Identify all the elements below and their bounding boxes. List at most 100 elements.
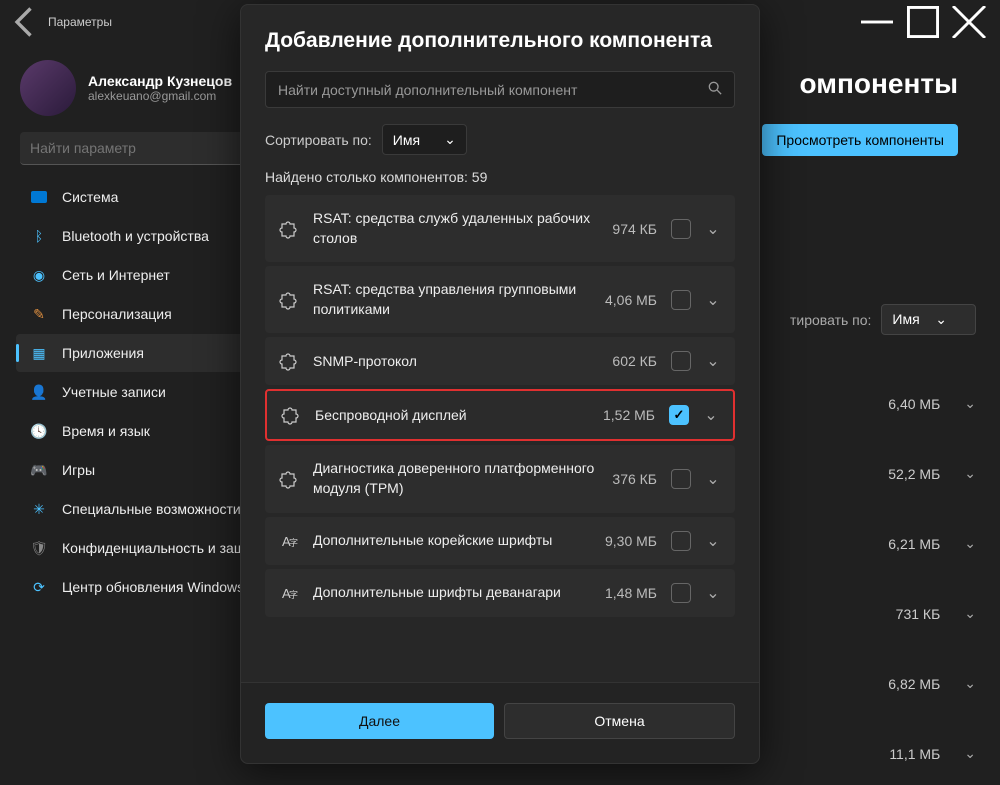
component-size: 974 КБ — [612, 221, 657, 237]
component-checkbox[interactable] — [671, 290, 691, 310]
window-controls — [854, 6, 992, 38]
sort-label: Сортировать по: — [265, 132, 372, 148]
bg-size: 6,82 МБ — [888, 676, 940, 692]
back-button[interactable] — [8, 4, 44, 40]
sort-value: Имя — [393, 132, 420, 148]
component-item[interactable]: RSAT: средства служб удаленных рабочих с… — [265, 195, 735, 262]
component-checkbox[interactable] — [671, 583, 691, 603]
component-list: RSAT: средства служб удаленных рабочих с… — [265, 195, 735, 682]
refresh-icon: ⟳ — [30, 578, 48, 596]
window-title: Параметры — [48, 15, 112, 29]
component-item[interactable]: Беспроводной дисплей 1,52 МБ ✓ ⌄ — [265, 389, 735, 441]
dialog-title: Добавление дополнительного компонента — [265, 29, 735, 53]
bg-size: 6,40 МБ — [888, 396, 940, 412]
avatar — [20, 60, 76, 116]
font-icon: A字 — [279, 583, 299, 603]
component-item[interactable]: A字Дополнительные шрифты деванагари1,48 М… — [265, 569, 735, 617]
font-icon: A字 — [279, 531, 299, 551]
chevron-down-icon[interactable]: ⌄ — [705, 219, 721, 239]
chevron-down-icon[interactable]: ⌄ — [703, 405, 719, 425]
chevron-down-icon: ⌄ — [964, 745, 976, 762]
cancel-button[interactable]: Отмена — [504, 703, 735, 739]
profile-email: alexkeuano@gmail.com — [88, 89, 232, 103]
apps-icon: ▦ — [30, 344, 48, 362]
component-size: 9,30 МБ — [605, 533, 657, 549]
sort-row: Сортировать по: Имя ⌄ — [265, 124, 735, 155]
nav-label: Система — [62, 189, 118, 205]
component-checkbox[interactable] — [671, 351, 691, 371]
component-name: RSAT: средства служб удаленных рабочих с… — [313, 209, 598, 248]
results-count: Найдено столько компонентов: 59 — [265, 169, 735, 185]
bg-size: 731 КБ — [896, 606, 941, 622]
dialog-search-input[interactable]: Найти доступный дополнительный компонент — [265, 71, 735, 108]
maximize-button[interactable] — [900, 6, 946, 38]
component-size: 376 КБ — [612, 471, 657, 487]
svg-text:字: 字 — [289, 537, 298, 548]
nav-label: Учетные записи — [62, 384, 166, 400]
system-icon — [30, 188, 48, 206]
puzzle-icon — [279, 351, 299, 371]
chevron-down-icon: ⌄ — [964, 605, 976, 622]
component-name: SNMP-протокол — [313, 352, 598, 372]
nav-label: Специальные возможности — [62, 501, 241, 517]
component-size: 4,06 МБ — [605, 292, 657, 308]
nav-label: Центр обновления Windows — [62, 579, 244, 595]
component-item[interactable]: A字 Дополнительные корейские шрифты 9,30 МБ… — [265, 517, 735, 565]
bg-sort-label: тировать по: — [790, 312, 871, 328]
chevron-down-icon: ⌄ — [964, 535, 976, 552]
next-button[interactable]: Далее — [265, 703, 494, 739]
search-placeholder: Найти доступный дополнительный компонент — [278, 82, 708, 98]
sort-select[interactable]: Имя ⌄ — [382, 124, 467, 155]
bg-item[interactable]: 52,2 МБ⌄ — [888, 465, 976, 482]
search-icon — [708, 81, 722, 98]
nav-label: Приложения — [62, 345, 144, 361]
component-checkbox[interactable] — [671, 531, 691, 551]
chevron-down-icon[interactable]: ⌄ — [705, 290, 721, 310]
bg-item[interactable]: 731 КБ ⌄ — [896, 605, 976, 622]
component-name: RSAT: средства управления групповыми пол… — [313, 280, 591, 319]
component-item[interactable]: RSAT: средства управления групповыми пол… — [265, 266, 735, 333]
component-checkbox[interactable] — [671, 469, 691, 489]
puzzle-icon — [279, 219, 299, 239]
close-button[interactable] — [946, 6, 992, 38]
brush-icon: ✎ — [30, 305, 48, 323]
puzzle-icon — [279, 290, 299, 310]
component-name: Беспроводной дисплей — [315, 406, 589, 426]
svg-text:字: 字 — [289, 589, 298, 600]
bg-item[interactable]: 6,82 МБ ⌄ — [888, 675, 976, 692]
dialog-footer: Далее Отмена — [241, 682, 759, 763]
nav-label: Bluetooth и устройства — [62, 228, 209, 244]
gamepad-icon: 🎮 — [30, 461, 48, 479]
chevron-down-icon: ⌄ — [964, 465, 976, 482]
bg-item[interactable]: 6,40 МБ⌄ — [888, 395, 976, 412]
nav-label: Конфиденциальность и защита — [62, 540, 267, 556]
component-item[interactable]: Диагностика доверенного платформенного м… — [265, 445, 735, 512]
component-name: Диагностика доверенного платформенного м… — [313, 459, 598, 498]
bg-item[interactable]: 11,1 МБ⌄ — [889, 745, 976, 762]
nav-label: Игры — [62, 462, 95, 478]
component-item[interactable]: SNMP-протокол602 КБ⌄ — [265, 337, 735, 385]
chevron-down-icon[interactable]: ⌄ — [705, 469, 721, 489]
bg-sort-select[interactable]: Имя ⌄ — [881, 304, 976, 335]
chevron-down-icon: ⌄ — [444, 131, 456, 148]
minimize-button[interactable] — [854, 6, 900, 38]
bg-item[interactable]: 6,21 МБ⌄ — [888, 535, 976, 552]
user-icon: 👤 — [30, 383, 48, 401]
chevron-down-icon[interactable]: ⌄ — [705, 583, 721, 603]
chevron-down-icon[interactable]: ⌄ — [705, 531, 721, 551]
component-size: 1,52 МБ — [603, 407, 655, 423]
component-name: Дополнительные корейские шрифты — [313, 531, 591, 551]
nav-label: Время и язык — [62, 423, 150, 439]
view-components-button[interactable]: Просмотреть компоненты — [762, 124, 958, 156]
component-size: 1,48 МБ — [605, 585, 657, 601]
add-component-dialog: Добавление дополнительного компонента На… — [240, 4, 760, 764]
nav-label: Персонализация — [62, 306, 172, 322]
component-checkbox[interactable]: ✓ — [669, 405, 689, 425]
shield-icon: 🛡 — [30, 539, 48, 557]
component-checkbox[interactable] — [671, 219, 691, 239]
bluetooth-icon: ᛒ — [30, 227, 48, 245]
chevron-down-icon: ⌄ — [964, 675, 976, 692]
chevron-down-icon[interactable]: ⌄ — [705, 351, 721, 371]
accessibility-icon: ✳ — [30, 500, 48, 518]
profile-name: Александр Кузнецов — [88, 73, 232, 89]
